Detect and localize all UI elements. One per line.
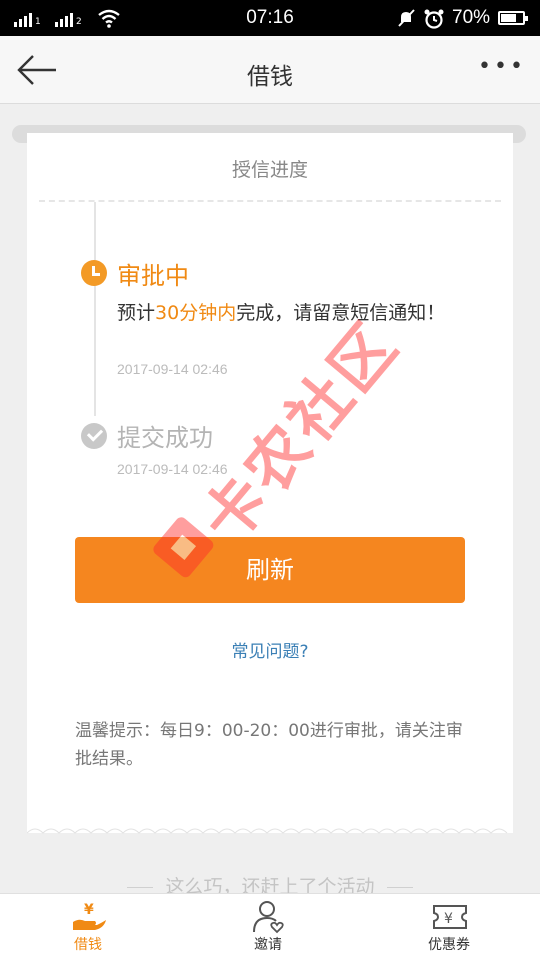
step-label: 提交成功 <box>117 424 213 452</box>
faq-link[interactable]: 常见问题? <box>27 637 513 662</box>
mute-icon <box>398 9 415 27</box>
divider <box>39 200 501 202</box>
step-timestamp: 2017-09-14 02:46 <box>117 361 228 377</box>
battery-percent: 70% <box>452 7 491 28</box>
nav-bar: 借钱 ••• <box>0 36 540 104</box>
wave-edge <box>27 815 513 845</box>
clock-icon <box>81 260 107 286</box>
tab-bar: ¥ 借钱 邀请 ¥ 优惠券 <box>0 893 540 960</box>
more-menu-button[interactable]: ••• <box>478 56 526 78</box>
coupon-yuan-icon: ¥ <box>433 905 467 929</box>
progress-heading: 授信进度 <box>231 159 308 181</box>
svg-text:¥: ¥ <box>84 902 94 918</box>
page-title: 借钱 <box>247 64 293 90</box>
desc-prefix: 预计 <box>117 302 156 324</box>
tab-coupons[interactable]: ¥ 优惠券 <box>399 894 499 960</box>
status-bar: 1 2 07:16 70% <box>0 0 540 36</box>
step-label: 审批中 <box>117 262 189 290</box>
hand-yuan-icon: ¥ <box>73 902 106 930</box>
tab-label: 优惠券 <box>428 937 470 953</box>
desc-highlight: 30分钟内 <box>155 302 237 324</box>
battery-icon <box>498 11 528 25</box>
tab-borrow[interactable]: ¥ 借钱 <box>38 894 138 960</box>
check-icon <box>81 423 107 449</box>
tab-label: 借钱 <box>74 937 102 953</box>
alarm-icon <box>424 9 444 29</box>
timeline-line <box>94 202 96 416</box>
user-heart-icon <box>253 901 284 934</box>
tab-label: 邀请 <box>254 937 282 953</box>
svg-text:¥: ¥ <box>444 911 453 927</box>
step-description: 预计30分钟内完成，请留意短信通知！ <box>117 299 457 327</box>
tab-invite[interactable]: 邀请 <box>218 894 318 960</box>
tip-text: 温馨提示：每日9：00-20：00进行审批，请关注审批结果。 <box>75 721 463 769</box>
